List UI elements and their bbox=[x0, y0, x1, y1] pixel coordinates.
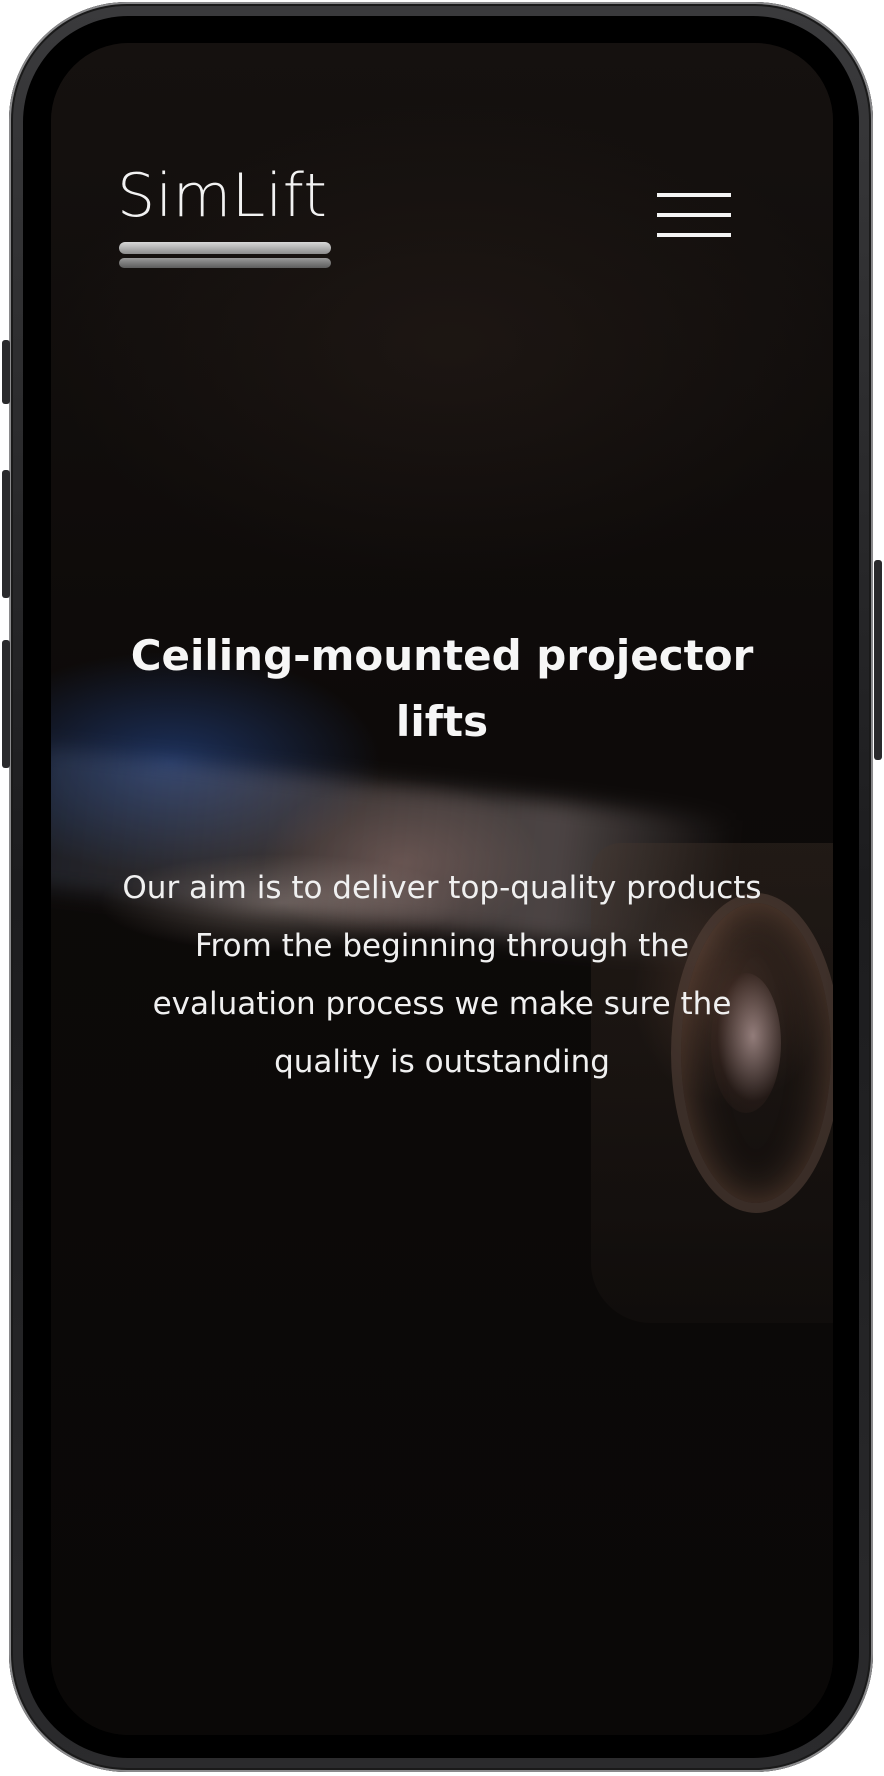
logo-underline-top bbox=[119, 242, 331, 254]
logo-underline-bottom bbox=[119, 258, 331, 268]
hero-section: Ceiling-mounted projector lifts Our aim … bbox=[51, 623, 833, 1091]
hamburger-menu-icon[interactable] bbox=[657, 193, 733, 243]
phone-side-button-volume-down bbox=[2, 640, 10, 768]
menu-bar-top bbox=[657, 193, 731, 197]
phone-side-button-power bbox=[874, 560, 882, 760]
hero-title: Ceiling-mounted projector lifts bbox=[130, 631, 754, 746]
menu-bar-bottom bbox=[657, 233, 731, 237]
menu-bar-middle bbox=[657, 213, 731, 217]
hero-paragraph-quality: From the beginning through the evaluatio… bbox=[152, 928, 732, 1080]
hero-paragraph-aim: Our aim is to deliver top-quality produc… bbox=[122, 870, 762, 906]
site-header: SimLift bbox=[51, 43, 833, 303]
phone-screen: SimLift Ceiling-mounted projector lifts … bbox=[51, 43, 833, 1735]
phone-side-button-mute bbox=[2, 340, 10, 404]
hero-description: Our aim is to deliver top-quality produc… bbox=[122, 859, 762, 1091]
logo-text: SimLift bbox=[117, 161, 328, 231]
phone-side-button-volume-up bbox=[2, 470, 10, 598]
simlift-logo[interactable]: SimLift bbox=[117, 161, 337, 268]
